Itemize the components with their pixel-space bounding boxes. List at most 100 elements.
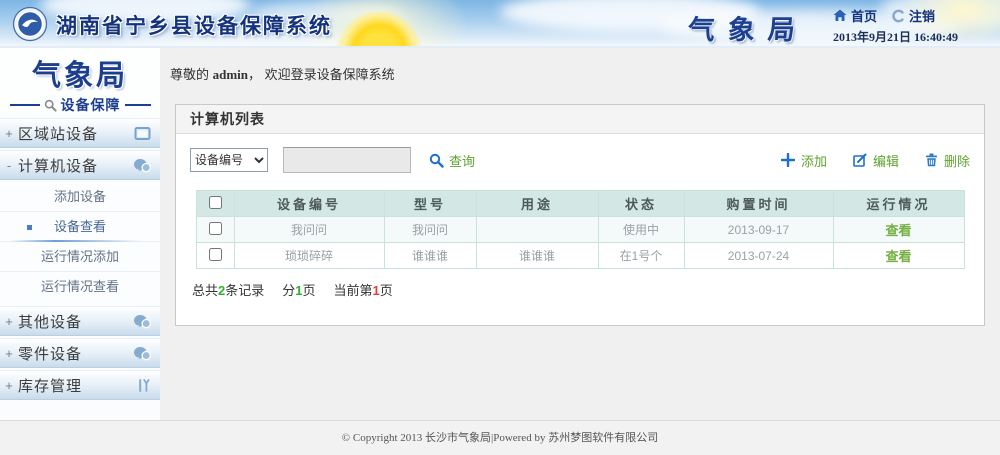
- edit-button[interactable]: 编辑: [853, 151, 899, 170]
- top-header: 湖南省宁乡县设备保障系统 气象局 首页 注销 2013年9月21日 16:40:…: [0, 0, 1000, 48]
- monitor-icon: [134, 126, 151, 141]
- query-button-label: 查询: [449, 151, 475, 170]
- sidebar-item-computer[interactable]: - 计算机设备: [0, 150, 160, 180]
- sidebar-item-parts-device[interactable]: + 零件设备: [0, 338, 160, 368]
- sidebar-item-other-device[interactable]: + 其他设备: [0, 306, 160, 336]
- sidebar-logo: 气象局 设备保障: [0, 48, 160, 116]
- total-prefix: 总共: [192, 283, 218, 298]
- logo-rule-right: [125, 104, 151, 106]
- query-button[interactable]: 查询: [429, 151, 475, 170]
- sidebar-item-label: 库存管理: [18, 375, 82, 396]
- table-header-row: 设备编号 型号 用途 状态 购置时间 运行情况: [196, 191, 964, 217]
- logout-link-label: 注销: [909, 6, 935, 25]
- magnifier-blue-icon: [429, 153, 444, 168]
- sidebar-item-label: 零件设备: [18, 343, 82, 364]
- toolbar: 设备编号 查询 添加: [176, 134, 984, 173]
- current-prefix: 当前第: [334, 283, 373, 298]
- logout-link[interactable]: 注销: [891, 6, 935, 25]
- system-title: 湖南省宁乡县设备保障系统: [56, 10, 332, 40]
- select-all-cell: [196, 191, 234, 217]
- panel-title: 计算机列表: [176, 105, 984, 134]
- row-checkbox[interactable]: [209, 222, 222, 235]
- header-nav: 首页 注销 2013年9月21日 16:40:49: [833, 6, 988, 45]
- sidebar-item-add-device[interactable]: 添加设备: [0, 182, 160, 212]
- column-header-run-status: 运行情况: [833, 191, 964, 217]
- cell-model: 谁谁谁: [384, 243, 476, 269]
- pages-count: 1: [295, 283, 302, 298]
- pencil-square-icon: [853, 153, 867, 167]
- current-suffix: 页: [380, 283, 393, 298]
- cell-device-no: 我问问: [234, 217, 384, 243]
- select-all-checkbox[interactable]: [209, 196, 222, 209]
- table-row: 我问问 我问问 使用中 2013-09-17 查看: [196, 217, 964, 243]
- computer-submenu: 添加设备 设备查看 运行情况添加 运行情况查看: [0, 180, 160, 304]
- sidebar-item-label: 设备查看: [54, 219, 106, 234]
- delete-button[interactable]: 删除: [925, 151, 970, 170]
- toolbar-actions: 添加 编辑 删除: [781, 151, 970, 170]
- welcome-suffix: ， 欢迎登录设备保障系统: [248, 67, 395, 82]
- cell-usage: [476, 217, 598, 243]
- page-footer: © Copyright 2013 长沙市气象局|Powered by 苏州梦图软…: [0, 420, 1000, 455]
- expand-plus-indicator: +: [0, 378, 18, 393]
- search-filter-select[interactable]: 设备编号: [190, 148, 268, 172]
- sidebar-item-inventory[interactable]: + 库存管理: [0, 370, 160, 400]
- device-table: 设备编号 型号 用途 状态 购置时间 运行情况 我问问 我问问: [196, 190, 965, 269]
- cell-purchase-date: 2013-07-24: [684, 243, 833, 269]
- logo-rule-left: [10, 104, 40, 106]
- agency-logo-badge: [12, 6, 48, 42]
- sidebar-item-label: 区域站设备: [18, 123, 98, 144]
- total-suffix: 条记录: [225, 283, 264, 298]
- header-datetime: 2013年9月21日 16:40:49: [833, 28, 988, 45]
- main-area: 尊敬的 admin， 欢迎登录设备保障系统 计算机列表 设备编号 查询: [160, 48, 1000, 420]
- sidebar-item-add-run-status[interactable]: 运行情况添加: [0, 242, 160, 272]
- column-header-device-no: 设备编号: [234, 191, 384, 217]
- trash-icon: [925, 153, 938, 167]
- cell-model: 我问问: [384, 217, 476, 243]
- page: 湖南省宁乡县设备保障系统 气象局 首页 注销 2013年9月21日 16:40:…: [0, 0, 1000, 455]
- column-header-status: 状态: [598, 191, 684, 217]
- table-row: 琐琐碎碎 谁谁谁 谁谁谁 在1号个 2013-07-24 查看: [196, 243, 964, 269]
- sidebar-logo-subtitle: 设备保障: [61, 95, 121, 115]
- add-button[interactable]: 添加: [781, 151, 827, 170]
- welcome-message: 尊敬的 admin， 欢迎登录设备保障系统: [160, 48, 1000, 83]
- add-button-label: 添加: [801, 151, 827, 170]
- view-run-status-link[interactable]: 查看: [885, 249, 911, 264]
- content-area: 气象局 设备保障 + 区域站设备 - 计算机设备: [0, 48, 1000, 420]
- bureau-title: 气象局: [687, 8, 810, 47]
- pages-prefix: 分: [282, 283, 295, 298]
- cell-purchase-date: 2013-09-17: [684, 217, 833, 243]
- sidebar-item-region-station[interactable]: + 区域站设备: [0, 118, 160, 148]
- cell-status: 使用中: [598, 217, 684, 243]
- chat-bubbles-icon: [133, 314, 151, 329]
- sidebar-logo-title: 气象局: [0, 52, 160, 94]
- sidebar-item-label: 其他设备: [18, 311, 82, 332]
- chat-bubbles-icon: [133, 158, 151, 173]
- column-header-usage: 用途: [476, 191, 598, 217]
- expand-plus-indicator: +: [0, 314, 18, 329]
- edit-button-label: 编辑: [873, 151, 899, 170]
- column-header-model: 型号: [384, 191, 476, 217]
- search-input[interactable]: [283, 147, 411, 173]
- row-checkbox[interactable]: [209, 248, 222, 261]
- sidebar-item-label: 计算机设备: [18, 155, 98, 176]
- computer-list-panel: 计算机列表 设备编号 查询: [175, 104, 985, 326]
- home-icon: [833, 9, 847, 22]
- home-link[interactable]: 首页: [833, 6, 877, 25]
- copyright-text: © Copyright 2013 长沙市气象局|Powered by 苏州梦图软…: [0, 421, 1000, 455]
- expand-plus-indicator: +: [0, 346, 18, 361]
- view-run-status-link[interactable]: 查看: [885, 223, 911, 238]
- current-page-number: 1: [373, 283, 380, 298]
- active-item-bullet: [27, 225, 32, 230]
- sidebar-item-view-device[interactable]: 设备查看: [0, 212, 160, 242]
- magnifier-gray-icon: [44, 99, 57, 112]
- cell-device-no: 琐琐碎碎: [234, 243, 384, 269]
- pages-suffix: 页: [303, 283, 316, 298]
- tools-icon: [136, 378, 151, 393]
- sidebar-item-view-run-status[interactable]: 运行情况查看: [0, 272, 160, 302]
- cell-status: 在1号个: [598, 243, 684, 269]
- delete-button-label: 删除: [944, 151, 970, 170]
- welcome-username: admin: [213, 67, 248, 82]
- expand-plus-indicator: +: [0, 126, 18, 141]
- collapse-minus-indicator: -: [0, 158, 18, 173]
- welcome-prefix: 尊敬的: [170, 67, 213, 82]
